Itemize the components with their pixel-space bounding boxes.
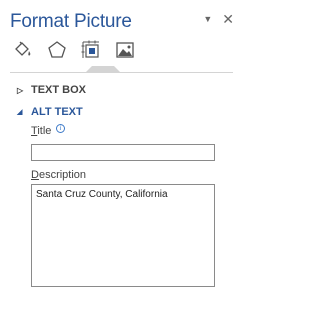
size-properties-icon [81,40,99,58]
title-label: Title [31,125,51,137]
pane-options-dropdown-icon[interactable]: ▼ [203,14,212,24]
title-label-rest: itle [37,125,52,137]
info-icon[interactable]: i [56,124,65,133]
picture-tab[interactable] [115,40,135,62]
alt-text-section-label: ALT TEXT [31,106,83,118]
size-properties-tab[interactable] [81,40,120,72]
alt-text-description-input[interactable]: Santa Cruz County, California [31,184,215,287]
alt-text-section-header[interactable]: ◢ ALT TEXT [17,106,83,118]
expanded-arrow-icon: ◢ [17,109,23,116]
pentagon-icon [48,41,66,58]
pane-controls: ▼ ✕ [203,12,234,26]
description-label: Description [31,169,86,181]
alt-text-title-input[interactable] [31,144,215,161]
text-box-section-label: TEXT BOX [31,84,87,96]
description-label-accesskey: D [31,169,39,181]
effects-tab[interactable] [47,40,67,62]
close-icon[interactable]: ✕ [222,12,234,26]
collapsed-arrow-icon: ▷ [17,85,24,95]
pane-title: Format Picture [10,11,132,32]
format-picture-pane: Format Picture ▼ ✕ ▷ TEXT BOX ◢ ALT TEXT… [0,0,243,320]
format-tabs [13,40,149,72]
description-label-rest: escription [38,169,87,181]
picture-icon [116,42,134,58]
paint-bucket-icon [15,41,31,56]
fill-line-tab[interactable] [13,40,33,62]
tabs-divider [10,72,233,73]
text-box-section-header[interactable]: ▷ TEXT BOX [17,84,86,96]
